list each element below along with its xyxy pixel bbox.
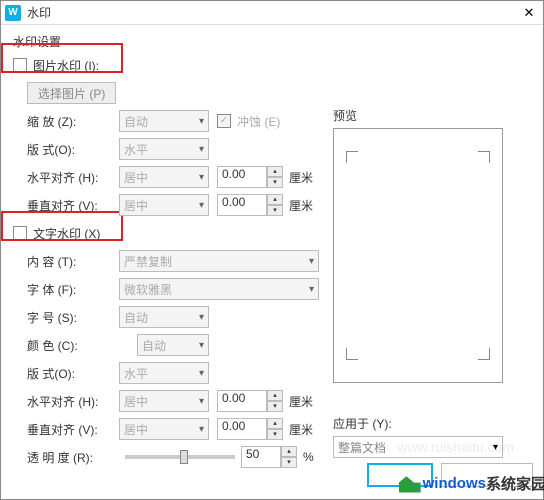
text-watermark-checkbox[interactable] (13, 226, 27, 240)
chevron-down-icon: ▾ (199, 200, 204, 211)
left-column: 图片水印 (I): 选择图片 (P) 缩 放 (Z): 自动▾ ✓ 冲蚀 (E)… (13, 54, 323, 468)
image-watermark-checkbox[interactable] (13, 58, 27, 72)
app-icon: W (5, 5, 21, 21)
close-button[interactable]: ✕ (519, 5, 539, 21)
page-watermark: windows系统家园 (399, 473, 544, 494)
font-label: 字 体 (F): (27, 281, 119, 298)
unit-label: 厘米 (289, 421, 313, 438)
txt-valign-label: 垂直对齐 (V): (27, 421, 119, 438)
chevron-down-icon: ▾ (199, 396, 204, 407)
text-watermark-label: 文字水印 (X) (33, 225, 100, 242)
txt-valign-select[interactable]: 居中▾ (119, 418, 209, 440)
chevron-down-icon: ▾ (309, 256, 314, 267)
chevron-down-icon: ▾ (199, 424, 204, 435)
preview-label: 预览 (333, 107, 529, 124)
txt-halign-select[interactable]: 居中▾ (119, 390, 209, 412)
img-style-select[interactable]: 水平▾ (119, 138, 209, 160)
watermark-text1: windows (423, 475, 486, 492)
spin-up[interactable]: ▴ (267, 390, 283, 401)
opacity-spinner[interactable]: 50 (241, 446, 281, 468)
color-label: 颜 色 (C): (27, 337, 119, 354)
zoom-select[interactable]: 自动▾ (119, 110, 209, 132)
unit-label: 厘米 (289, 197, 313, 214)
chevron-down-icon: ▾ (199, 172, 204, 183)
spin-up[interactable]: ▴ (267, 418, 283, 429)
unit-label: 厘米 (289, 393, 313, 410)
img-halign-select[interactable]: 居中▾ (119, 166, 209, 188)
spin-down[interactable]: ▾ (281, 457, 297, 468)
unit-label: 厘米 (289, 169, 313, 186)
chevron-down-icon: ▾ (199, 368, 204, 379)
opacity-slider[interactable] (125, 455, 235, 459)
font-select[interactable]: 微软雅黑▾ (119, 278, 319, 300)
titlebar: W 水印 ✕ (1, 1, 543, 25)
select-picture-button[interactable]: 选择图片 (P) (27, 82, 116, 104)
txt-style-select[interactable]: 水平▾ (119, 362, 209, 384)
image-watermark-label: 图片水印 (I): (33, 57, 99, 74)
txt-halign-label: 水平对齐 (H): (27, 393, 119, 410)
zoom-label: 缩 放 (Z): (27, 113, 119, 130)
img-valign-select[interactable]: 居中▾ (119, 194, 209, 216)
txt-halign-spinner[interactable]: 0.00 (217, 390, 267, 412)
img-valign-label: 垂直对齐 (V): (27, 197, 119, 214)
watermark-text2: 系统家园 (486, 473, 544, 494)
size-label: 字 号 (S): (27, 309, 119, 326)
spin-up[interactable]: ▴ (267, 166, 283, 177)
content-select[interactable]: 严禁复制▾ (119, 250, 319, 272)
spin-up[interactable]: ▴ (267, 194, 283, 205)
slider-thumb[interactable] (180, 450, 188, 464)
preview-section: 预览 (333, 107, 529, 383)
color-select[interactable]: 自动▾ (137, 334, 209, 356)
corner-mark (346, 151, 358, 163)
opacity-unit: % (303, 450, 314, 464)
apply-to-label: 应用于 (Y): (333, 415, 503, 432)
img-style-label: 版 式(O): (27, 141, 119, 158)
spin-down[interactable]: ▾ (267, 429, 283, 440)
spin-up[interactable]: ▴ (281, 446, 297, 457)
chevron-down-icon: ▾ (309, 284, 314, 295)
erosion-checkbox[interactable]: ✓ (217, 114, 231, 128)
corner-mark (478, 151, 490, 163)
size-select[interactable]: 自动▾ (119, 306, 209, 328)
preview-box (333, 128, 503, 383)
content-area: 水印设置 图片水印 (I): 选择图片 (P) 缩 放 (Z): 自动▾ ✓ (1, 25, 543, 482)
spin-down[interactable]: ▾ (267, 177, 283, 188)
img-halign-label: 水平对齐 (H): (27, 169, 119, 186)
house-icon (399, 475, 421, 493)
content-label: 内 容 (T): (27, 253, 119, 270)
txt-style-label: 版 式(O): (27, 365, 119, 382)
chevron-down-icon: ▾ (199, 312, 204, 323)
chevron-down-icon: ▾ (199, 116, 204, 127)
spin-down[interactable]: ▾ (267, 205, 283, 216)
img-valign-spinner[interactable]: 0.00 (217, 194, 267, 216)
erosion-label: 冲蚀 (E) (237, 113, 280, 130)
watermark-dialog: W 水印 ✕ 水印设置 图片水印 (I): 选择图片 (P) 缩 放 (Z): … (0, 0, 544, 500)
img-halign-spinner[interactable]: 0.00 (217, 166, 267, 188)
watermark-url: www.ruishaitu.com (397, 439, 514, 455)
corner-mark (346, 348, 358, 360)
window-title: 水印 (27, 4, 51, 21)
corner-mark (478, 348, 490, 360)
settings-group-label: 水印设置 (13, 33, 531, 50)
opacity-label: 透 明 度 (R): (27, 449, 119, 466)
chevron-down-icon: ▾ (199, 340, 204, 351)
chevron-down-icon: ▾ (199, 144, 204, 155)
spin-down[interactable]: ▾ (267, 401, 283, 412)
txt-valign-spinner[interactable]: 0.00 (217, 418, 267, 440)
